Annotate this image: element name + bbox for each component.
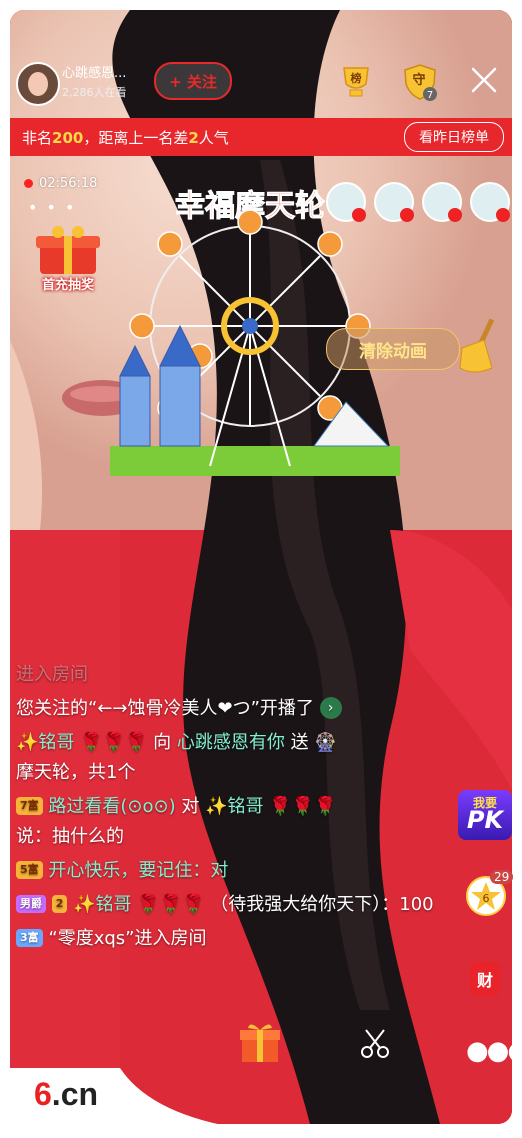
top-bar: 心跳感恩... 2,286人在看 + 关注 榜 守 7 — [10, 58, 512, 122]
wealth-badge: 3富 — [16, 929, 43, 947]
chat-message: 5富 开心快乐，要记住：对 — [16, 856, 456, 886]
lottery-label: 首充抽奖 — [41, 278, 94, 293]
rank-status: 非名200，距离上一名差2人气 — [22, 129, 229, 147]
chevron-right-icon[interactable]: › — [319, 697, 342, 719]
heart-badges-icon: 🌹🌹🌹 — [269, 796, 337, 817]
clear-animation-button[interactable]: 清除动画 — [326, 328, 460, 370]
heart-badges-icon: 🌹🌹🌹 — [80, 732, 148, 753]
chat-list: 进入房间 您关注的“←→蚀骨冷美人❤つ”开播了 › ✨铭哥 🌹🌹🌹 向 心跳感恩… — [16, 660, 456, 958]
anchor-avatar[interactable] — [16, 62, 60, 106]
page-dots: • • • — [28, 198, 77, 217]
fortune-button[interactable]: 财 — [470, 962, 500, 996]
shield-icon[interactable]: 守 7 — [400, 62, 440, 102]
lottery-button[interactable]: 首充抽奖 — [26, 226, 110, 296]
guard-level: 7 — [427, 90, 433, 101]
rank-bar: 非名200，距离上一名差2人气 看昨日榜单 — [10, 118, 512, 156]
level-badge: 2 — [51, 895, 68, 913]
wealth-badge: 7富 — [16, 797, 43, 815]
broom-icon — [459, 318, 495, 373]
audience-avatar[interactable] — [470, 182, 510, 222]
clear-animation[interactable]: 清除动画 — [326, 318, 502, 376]
footer: 6.cn — [0, 1068, 522, 1134]
rank-icon-text: 榜 — [351, 71, 362, 85]
chat-user[interactable]: 路过看看(⊙o⊙) — [48, 796, 175, 817]
guard-icon-text: 守 — [412, 72, 425, 88]
ferris-wheel-gift-icon: 🎡 — [314, 732, 337, 753]
more-icon[interactable]: ●●● — [466, 1036, 522, 1066]
chat-message: 3富 “零度xqs”进入房间 — [16, 924, 456, 954]
chat-message: 男爵 2 ✨铭哥 🌹🌹🌹 （待我强大给你天下）：100 — [16, 890, 456, 920]
gift-icon[interactable] — [238, 1020, 282, 1064]
wealth-badge: 5富 — [16, 861, 43, 879]
chat-message: 进入房间 — [16, 664, 88, 685]
heart-badges-icon: 🌹🌹🌹 — [137, 894, 205, 915]
anchor-name[interactable]: 心跳感恩... — [62, 62, 126, 81]
chat-target[interactable]: ✨铭哥 — [205, 796, 263, 817]
chat-user[interactable]: ✨铭哥 — [16, 732, 74, 753]
audience-avatar[interactable] — [422, 182, 462, 222]
chat-user[interactable]: 开心快乐，要记住：对 — [48, 860, 228, 881]
star-count: 29 — [490, 870, 514, 884]
yesterday-rank-button[interactable]: 看昨日榜单 — [404, 122, 504, 152]
chat-message: 7富 路过看看(⊙o⊙) 对 ✨铭哥 🌹🌹🌹 说：抽什么的 — [16, 796, 337, 847]
chat-message: 您关注的“←→蚀骨冷美人❤つ”开播了 › — [16, 694, 456, 724]
close-icon[interactable] — [468, 64, 500, 96]
site-logo[interactable]: 6.cn — [34, 1076, 98, 1113]
record-dot-icon — [24, 179, 33, 188]
live-timer: 02:56:18 — [24, 176, 97, 191]
pk-button[interactable]: 我要 PK — [458, 790, 512, 840]
viewer-count: 2,286人在看 — [62, 86, 127, 99]
chat-target[interactable]: 心跳感恩有你 — [177, 732, 285, 753]
gift-box-icon — [36, 226, 100, 274]
chat-message: ✨铭哥 🌹🌹🌹 向 心跳感恩有你 送 🎡 摩天轮，共1个 — [16, 732, 337, 783]
trophy-icon[interactable]: 榜 — [336, 64, 376, 100]
noble-badge: 男爵 — [16, 895, 46, 913]
follow-button[interactable]: + 关注 — [154, 62, 232, 100]
star-number: 6 — [483, 892, 490, 905]
chat-user[interactable]: ✨铭哥 — [73, 894, 131, 915]
scissors-icon[interactable] — [358, 1026, 392, 1060]
